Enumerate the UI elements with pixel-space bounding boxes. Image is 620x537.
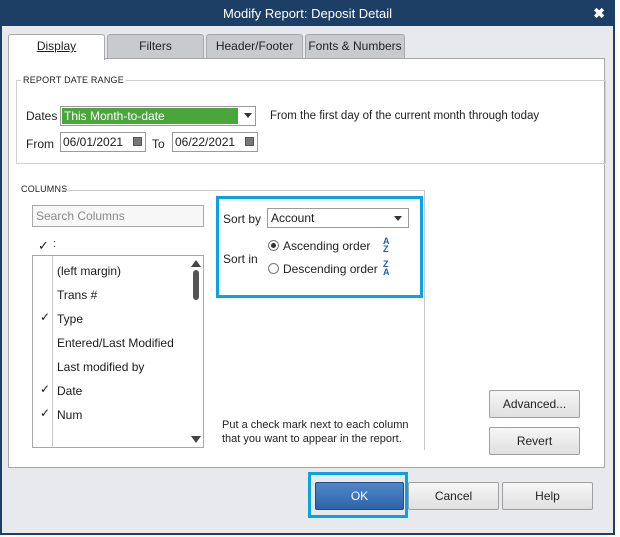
calendar-icon[interactable] (133, 137, 142, 146)
checkmark-icon[interactable]: ✓ (40, 310, 50, 324)
list-item[interactable]: ✓ Num (33, 402, 189, 426)
revert-button[interactable]: Revert (489, 427, 580, 455)
list-item[interactable]: (left margin) (33, 258, 189, 282)
list-item-label: Num (57, 408, 83, 422)
from-date-value: 06/01/2021 (63, 135, 124, 149)
cancel-button-label: Cancel (434, 489, 473, 503)
calendar-icon[interactable] (245, 137, 254, 146)
list-item-label: (left margin) (57, 264, 122, 278)
sort-ascending-icon: A Z (383, 237, 390, 254)
list-item-label: Date (57, 384, 83, 398)
sort-by-label: Sort by (223, 212, 262, 226)
list-item-label: Type (57, 312, 84, 326)
list-item-label: Entered/Last Modified (57, 336, 174, 350)
descending-label[interactable]: Descending order (283, 262, 378, 276)
advanced-button[interactable]: Advanced... (489, 390, 580, 418)
ascending-radio[interactable] (268, 240, 279, 251)
list-item[interactable]: ✓ Type (33, 306, 189, 330)
search-columns-placeholder: Search Columns (36, 209, 125, 223)
tab-filters[interactable]: Filters (107, 34, 204, 58)
advanced-button-label: Advanced... (502, 397, 567, 411)
tab-header-footer-label: Header/Footer (215, 39, 294, 53)
revert-button-label: Revert (516, 434, 553, 448)
dates-dropdown[interactable]: This Month-to-date (60, 106, 256, 126)
scroll-down-icon[interactable] (191, 436, 201, 443)
scroll-up-icon[interactable] (191, 260, 201, 267)
ok-button-label: OK (350, 489, 369, 503)
sort-by-dropdown[interactable]: Account (267, 208, 409, 228)
to-label: To (152, 137, 165, 151)
tab-header-footer[interactable]: Header/Footer (206, 34, 303, 58)
from-date-field[interactable]: 06/01/2021 (60, 132, 146, 152)
search-columns-input[interactable]: Search Columns (32, 205, 204, 227)
descending-radio[interactable] (268, 263, 279, 274)
column-instruction-note: Put a check mark next to each column tha… (222, 419, 409, 445)
cancel-button[interactable]: Cancel (408, 482, 499, 510)
from-label: From (26, 137, 54, 151)
ascending-label[interactable]: Ascending order (283, 239, 370, 253)
dates-label: Dates (26, 109, 58, 123)
help-button[interactable]: Help (502, 482, 593, 510)
columns-vertical-divider (424, 190, 425, 450)
columns-scrollbar[interactable] (189, 256, 203, 447)
checkmark-icon[interactable]: ✓ (40, 406, 50, 420)
sort-descending-icon-bottom: A (383, 267, 390, 277)
tab-fonts-numbers-label: Fonts & Numbers (308, 39, 402, 53)
list-item-label: Trans # (57, 288, 98, 302)
list-item[interactable]: ✓ Date (33, 378, 189, 402)
column-header-separator: : (53, 238, 57, 250)
chevron-down-icon (244, 113, 252, 118)
date-range-section-title: REPORT DATE RANGE (21, 75, 126, 85)
check-column-header: ✓ (38, 238, 49, 253)
sort-ascending-icon-bottom: Z (383, 244, 389, 254)
sort-in-label: Sort in (223, 252, 258, 266)
to-date-value: 06/22/2021 (175, 135, 236, 149)
list-item[interactable]: Trans # (33, 282, 189, 306)
dates-dropdown-value: This Month-to-date (62, 108, 238, 124)
list-item[interactable]: Entered/Last Modified (33, 330, 189, 354)
window-title: Modify Report: Deposit Detail (222, 6, 393, 21)
date-range-description: From the first day of the current month … (270, 110, 540, 122)
close-icon[interactable]: ✖ (593, 5, 605, 22)
title-bar[interactable]: Modify Report: Deposit Detail ✖ (2, 2, 613, 26)
help-button-label: Help (535, 489, 560, 503)
checkmark-icon[interactable]: ✓ (40, 382, 50, 396)
tab-display[interactable]: Display (8, 34, 105, 60)
tab-display-label: Display (36, 39, 77, 53)
columns-section-title: COLUMNS (21, 184, 68, 194)
sort-by-value: Account (271, 211, 315, 225)
list-item-label: Last modified by (57, 360, 145, 374)
scrollbar-thumb[interactable] (193, 270, 199, 300)
columns-divider (60, 190, 425, 191)
columns-list: (left margin) Trans # ✓ Type Entered/Las… (32, 255, 204, 448)
sort-descending-icon: Z A (383, 260, 390, 277)
tab-filters-label: Filters (139, 39, 172, 53)
tab-fonts-numbers[interactable]: Fonts & Numbers (305, 34, 405, 58)
ok-button[interactable]: OK (315, 482, 404, 510)
to-date-field[interactable]: 06/22/2021 (172, 132, 258, 152)
chevron-down-icon (394, 216, 402, 221)
list-item[interactable]: Last modified by (33, 354, 189, 378)
